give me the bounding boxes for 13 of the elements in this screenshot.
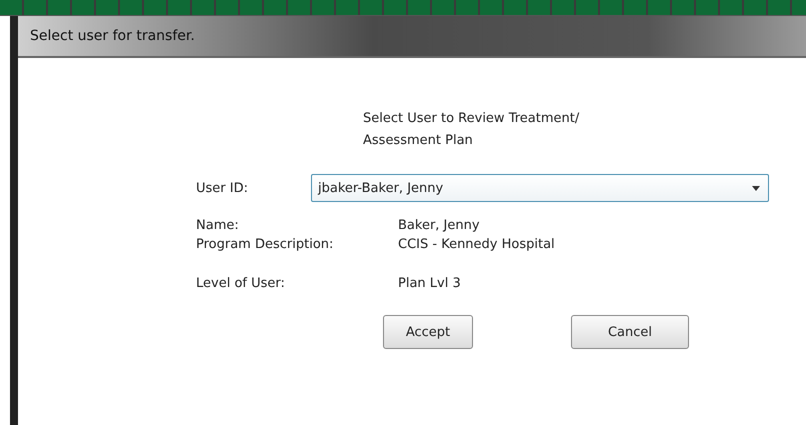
field-value: Plan Lvl 3: [398, 276, 462, 291]
accept-button[interactable]: Accept: [383, 315, 473, 349]
field-value: Baker, Jenny: [398, 218, 481, 233]
field-label: Name:: [196, 218, 240, 233]
cancel-button[interactable]: Cancel: [571, 315, 689, 349]
user-dropdown[interactable]: jbaker-Baker, Jenny: [311, 174, 769, 202]
field-label: Program Description:: [196, 237, 334, 252]
field-label: Level of User:: [196, 276, 286, 291]
dialog-heading: Select User to Review Treatment/ Assessment Plan: [363, 110, 580, 150]
window-title: Select user for transfer.: [30, 28, 195, 44]
caret-icon: [752, 186, 760, 190]
field-label: User ID:: [196, 180, 249, 196]
field-value: CCIS - Kennedy Hospital: [398, 237, 556, 252]
